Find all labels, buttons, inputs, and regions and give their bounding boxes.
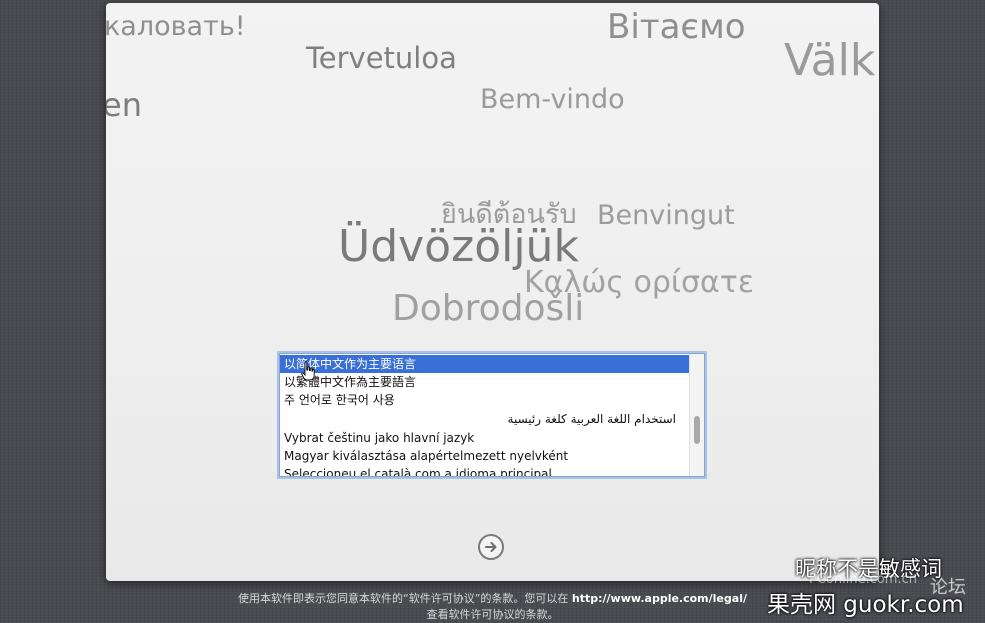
scrollbar-thumb[interactable] <box>694 416 700 444</box>
welcome-word-fragment: en <box>106 86 142 124</box>
welcome-word-russian: каловать! <box>106 11 246 42</box>
language-item-simplified-chinese[interactable]: 以简体中文作为主要语言 <box>280 355 690 373</box>
continue-button[interactable] <box>478 534 504 560</box>
right-arrow-circle-icon <box>485 542 497 552</box>
welcome-word-finnish: Tervetuloa <box>306 41 457 75</box>
list-scrollbar[interactable] <box>689 354 704 476</box>
watermark-guokr: 果壳网 guokr.com <box>767 592 964 618</box>
welcome-panel: каловать! Tervetuloa Вітаємо Välk en Bem… <box>106 3 879 581</box>
welcome-word-swedish: Välk <box>784 35 876 86</box>
license-notice-text: 使用本软件即表示您同意本软件的“软件许可协议”的条款。您可以在 <box>238 592 569 605</box>
language-item-catalan[interactable]: Seleccioneu el català com a idioma princ… <box>280 465 690 476</box>
welcome-word-hungarian: Üdvözöljük <box>338 221 579 272</box>
welcome-word-ukrainian: Вітаємо <box>607 7 746 47</box>
language-item-hungarian[interactable]: Magyar kiválasztása alapértelmezett nyel… <box>280 447 690 465</box>
language-item-korean[interactable]: 주 언어로 한국어 사용 <box>280 391 690 409</box>
language-item-traditional-chinese[interactable]: 以繁體中文作為主要語言 <box>280 373 690 391</box>
welcome-word-catalan: Benvingut <box>597 200 735 231</box>
welcome-word-croatian: Dobrodošli <box>392 288 585 329</box>
welcome-word-portuguese: Bem-vindo <box>480 84 625 115</box>
hand-pointer-icon <box>301 361 315 381</box>
language-item-czech[interactable]: Vybrat češtinu jako hlavní jazyk <box>280 429 690 447</box>
language-item-arabic[interactable]: استخدام اللغة العربية كلغة رئيسية <box>280 410 690 428</box>
language-list[interactable]: 以简体中文作为主要语言 以繁體中文作為主要語言 주 언어로 한국어 사용 است… <box>279 353 705 477</box>
license-url-link[interactable]: http://www.apple.com/legal/ <box>572 592 747 605</box>
